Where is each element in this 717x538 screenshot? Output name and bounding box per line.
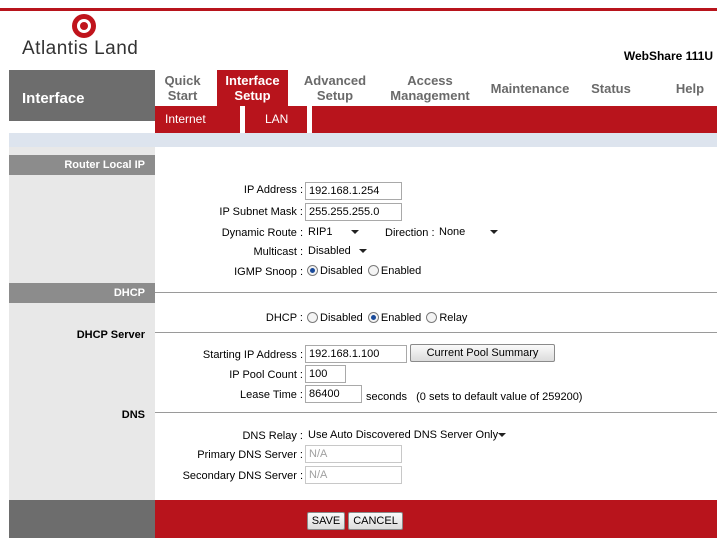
dynamic-route-label: Dynamic Route : (221, 227, 303, 239)
igmp-disabled-label: Disabled (320, 265, 363, 277)
primary-dns-input[interactable]: N/A (305, 445, 402, 463)
nav-status-label: Status (591, 80, 631, 96)
direction-select[interactable]: None (436, 223, 500, 241)
multicast-select[interactable]: Disabled (305, 242, 369, 260)
model-name: WebShare 111U (623, 49, 713, 63)
dns-relay-value: Use Auto Discovered DNS Server Only (308, 429, 499, 441)
nav-advanced-setup-label: Advanced Setup (303, 73, 367, 103)
subnet-mask-input[interactable]: 255.255.255.0 (305, 203, 402, 221)
cancel-button[interactable]: CANCEL (348, 512, 403, 530)
dhcp-enabled-label: Enabled (380, 312, 422, 324)
igmp-snoop-label: IGMP Snoop : (234, 266, 303, 278)
header-strip (9, 133, 717, 147)
lease-time-input[interactable]: 86400 (305, 385, 362, 403)
chevron-down-icon (359, 249, 367, 253)
ip-pool-count-input[interactable]: 100 (305, 365, 346, 383)
dns-relay-label: DNS Relay : (242, 430, 303, 442)
multicast-value: Disabled (308, 245, 351, 257)
subtab-internet[interactable]: Internet (165, 106, 206, 133)
dhcp-disabled-label: Disabled (320, 312, 363, 324)
dhcp-enabled-radio[interactable] (367, 312, 379, 323)
main-nav: Quick Start Interface Setup Advanced Set… (155, 70, 717, 106)
nav-interface-setup-label: Interface Setup (225, 73, 280, 103)
direction-label: Direction : (385, 227, 435, 239)
nav-help[interactable]: Help (667, 70, 713, 106)
igmp-snoop-radios: Disabled Enabled (307, 265, 421, 277)
ip-address-label: IP Address : (243, 184, 303, 196)
dynamic-route-value: RIP1 (308, 226, 333, 238)
direction-value: None (439, 226, 466, 238)
nav-quick-start[interactable]: Quick Start (155, 70, 210, 106)
subnet-mask-label: IP Subnet Mask : (219, 206, 303, 218)
ip-pool-count-label: IP Pool Count : (229, 369, 303, 381)
secondary-dns-input[interactable]: N/A (305, 466, 402, 484)
logo-text: Atlantis Land (22, 38, 139, 59)
nav-access-management-label: Access Management (390, 73, 470, 103)
save-button[interactable]: SAVE (307, 512, 345, 530)
chevron-down-icon (490, 230, 498, 234)
nav-status[interactable]: Status (583, 70, 639, 106)
section-dhcp-server: DHCP Server (76, 329, 145, 341)
igmp-disabled-radio[interactable] (307, 265, 318, 276)
subtab-lan[interactable]: LAN (265, 106, 288, 133)
dynamic-route-select[interactable]: RIP1 (305, 223, 361, 241)
dhcp-disabled-radio[interactable] (307, 312, 318, 323)
secondary-dns-label: Secondary DNS Server : (182, 470, 303, 482)
igmp-enabled-label: Enabled (380, 265, 422, 277)
igmp-enabled-radio[interactable] (367, 265, 379, 276)
nav-maintenance-label: Maintenance (490, 80, 570, 96)
subtab-separator (240, 106, 245, 133)
atlantis-logo: Atlantis Land (20, 12, 160, 62)
section-dhcp: DHCP (9, 283, 155, 303)
nav-quick-start-label: Quick Start (164, 73, 201, 103)
nav-maintenance[interactable]: Maintenance (485, 70, 575, 106)
current-pool-summary-button[interactable]: Current Pool Summary (410, 344, 555, 362)
primary-dns-label: Primary DNS Server : (197, 449, 303, 461)
dns-relay-select[interactable]: Use Auto Discovered DNS Server Only (305, 426, 508, 444)
nav-advanced-setup[interactable]: Advanced Setup (295, 70, 375, 106)
ip-address-input[interactable]: 192.168.1.254 (305, 182, 402, 200)
sidebar-panel (9, 147, 155, 500)
dhcp-mode-radios: Disabled Enabled Relay (307, 312, 467, 324)
multicast-label: Multicast : (253, 246, 303, 258)
section-divider (155, 332, 717, 333)
chevron-down-icon (351, 230, 359, 234)
logo-mark-icon (72, 14, 96, 38)
starting-ip-label: Starting IP Address : (202, 349, 303, 361)
lease-time-label: Lease Time : (240, 389, 303, 401)
subtab-separator (307, 106, 312, 133)
section-divider (155, 292, 717, 293)
starting-ip-input[interactable]: 192.168.1.100 (305, 345, 407, 363)
section-router-local-ip: Router Local IP (9, 155, 155, 175)
dhcp-relay-label: Relay (439, 312, 468, 324)
top-accent-line (0, 8, 717, 11)
chevron-down-icon (498, 433, 506, 437)
nav-help-label: Help (675, 80, 705, 96)
sidebar-title: Interface (9, 70, 155, 121)
section-divider (155, 412, 717, 413)
nav-interface-setup[interactable]: Interface Setup (217, 70, 288, 106)
dhcp-relay-radio[interactable] (426, 312, 438, 323)
dhcp-label: DHCP : (265, 312, 303, 324)
nav-access-management[interactable]: Access Management (380, 70, 480, 106)
sub-nav: Internet LAN (155, 106, 717, 133)
footer-bar (155, 500, 717, 538)
section-dns: DNS (121, 409, 145, 421)
lease-time-note: seconds (0 sets to default value of 2592… (366, 391, 583, 403)
footer-sidebar (9, 500, 155, 538)
